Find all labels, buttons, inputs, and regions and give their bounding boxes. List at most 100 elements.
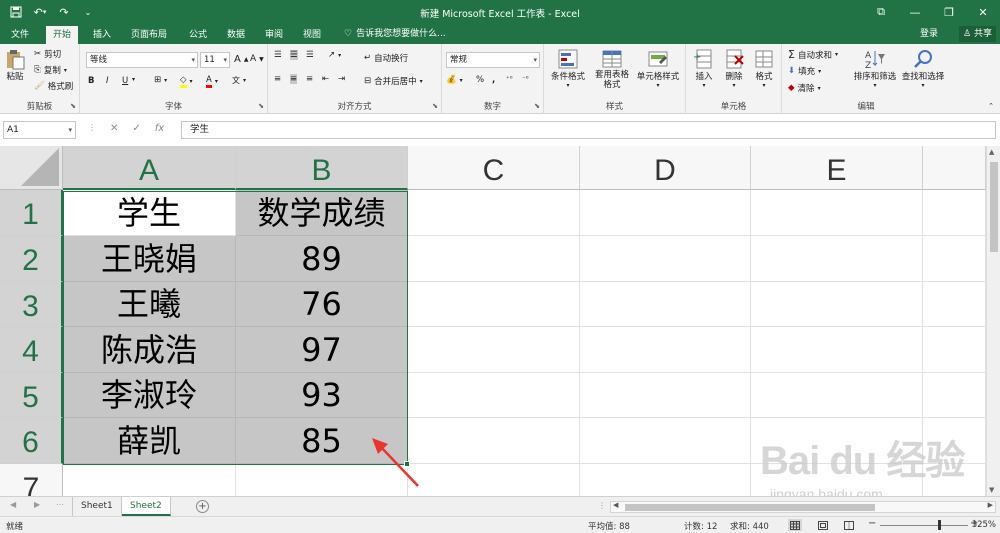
cell-c4[interactable]	[408, 327, 580, 373]
italic-button[interactable]: I	[106, 76, 109, 86]
cell-e4[interactable]	[751, 327, 923, 373]
scroll-down-icon[interactable]: ▼	[989, 486, 994, 494]
cell-b7[interactable]	[236, 464, 408, 496]
format-painter-button[interactable]: 🖌 格式刷	[34, 80, 73, 92]
row-header-2[interactable]: 2	[0, 236, 63, 282]
name-box[interactable]: A1 ▾	[3, 121, 76, 139]
cell-f2[interactable]	[923, 236, 986, 282]
align-right-button[interactable]: ≡	[306, 74, 313, 84]
column-header-e[interactable]: E	[751, 146, 923, 190]
clear-button[interactable]: ◆ 清除 ▾	[788, 82, 821, 94]
cell-c1[interactable]	[408, 190, 580, 236]
cell-c3[interactable]	[408, 282, 580, 327]
cell-a6[interactable]: 薛凯	[63, 418, 236, 464]
add-sheet-icon[interactable]: +	[196, 500, 209, 513]
tab-review[interactable]: 审阅	[258, 26, 290, 44]
format-as-table-button[interactable]: 套用表格格式	[592, 48, 632, 90]
cell-a5[interactable]: 李淑玲	[63, 373, 236, 418]
sheet-tab-sheet2[interactable]: Sheet2	[122, 497, 171, 516]
underline-button[interactable]: U	[122, 76, 128, 86]
column-header-d[interactable]: D	[580, 146, 751, 190]
minimize-icon[interactable]: —	[898, 0, 932, 24]
accounting-button[interactable]: 💰 ▾	[446, 75, 463, 85]
number-launcher-icon[interactable]: ⬊	[534, 102, 540, 110]
cell-a2[interactable]: 王晓娟	[63, 236, 236, 282]
clipboard-launcher-icon[interactable]: ⬊	[70, 102, 76, 110]
cell-e6[interactable]	[751, 418, 923, 464]
cell-b6[interactable]: 85	[236, 418, 408, 464]
cancel-icon[interactable]: ✕	[110, 123, 118, 134]
zoom-level[interactable]: 325%	[972, 520, 996, 530]
increase-decimal-button[interactable]: ⁺⁰	[506, 75, 513, 83]
cell-a3[interactable]: 王曦	[63, 282, 236, 327]
sort-filter-button[interactable]: AZ 排序和筛选 ▾	[852, 48, 898, 89]
align-center-button[interactable]: ≡	[290, 74, 298, 84]
align-middle-button[interactable]: ☰	[290, 50, 298, 60]
cell-c6[interactable]	[408, 418, 580, 464]
cell-d6[interactable]	[580, 418, 751, 464]
select-all-button[interactable]	[0, 146, 63, 190]
border-button[interactable]: ⊞ ▾	[154, 75, 167, 85]
cell-d2[interactable]	[580, 236, 751, 282]
find-select-button[interactable]: 查找和选择 ▾	[900, 48, 946, 89]
conditional-format-button[interactable]: 条件格式 ▾	[548, 48, 588, 89]
zoom-slider-track[interactable]	[880, 525, 968, 526]
bold-button[interactable]: B	[88, 76, 94, 86]
cell-d1[interactable]	[580, 190, 751, 236]
column-header-f[interactable]	[923, 146, 986, 190]
cell-styles-button[interactable]: 单元格样式 ▾	[634, 48, 682, 89]
cell-e3[interactable]	[751, 282, 923, 327]
more-sheets-icon[interactable]: ⋯	[56, 500, 64, 509]
row-header-7[interactable]: 7	[0, 464, 63, 496]
cell-e2[interactable]	[751, 236, 923, 282]
page-layout-view-icon[interactable]	[816, 519, 830, 531]
tab-file[interactable]: 文件	[4, 26, 36, 44]
zoom-slider-thumb[interactable]	[938, 520, 941, 530]
font-size-select[interactable]: 11 ▾	[200, 52, 230, 68]
align-left-button[interactable]: ≡	[274, 74, 281, 84]
normal-view-icon[interactable]	[788, 519, 802, 531]
cell-e7[interactable]	[751, 464, 923, 496]
merge-center-button[interactable]: ⊟ 合并后居中 ▾	[364, 75, 423, 87]
align-top-button[interactable]: ☰	[274, 50, 282, 60]
alignment-launcher-icon[interactable]: ⬊	[432, 102, 438, 110]
comma-button[interactable]: ,	[492, 75, 495, 85]
share-button[interactable]: ♙ 共享	[959, 26, 996, 42]
column-header-a[interactable]: A	[63, 146, 236, 190]
login-link[interactable]: 登录	[920, 26, 938, 42]
cell-f4[interactable]	[923, 327, 986, 373]
cell-c7[interactable]	[408, 464, 580, 496]
grow-font-button[interactable]: A ▲	[234, 54, 248, 65]
autosum-button[interactable]: Σ 自动求和 ▾	[788, 48, 838, 61]
tell-me-search[interactable]: ♡ 告诉我您想要做什么...	[344, 26, 446, 42]
cell-d5[interactable]	[580, 373, 751, 418]
number-format-select[interactable]: 常规 ▾	[446, 52, 540, 68]
insert-function-icon[interactable]: fx	[155, 123, 164, 134]
tab-formulas[interactable]: 公式	[182, 26, 214, 44]
cell-b5[interactable]: 93	[236, 373, 408, 418]
cell-d7[interactable]	[580, 464, 751, 496]
restore-icon[interactable]: ❐	[932, 0, 966, 24]
cell-f5[interactable]	[923, 373, 986, 418]
copy-button[interactable]: ⎘ 复制 ▾	[34, 64, 67, 76]
cell-b2[interactable]: 89	[236, 236, 408, 282]
cell-b1[interactable]: 数学成绩	[236, 190, 408, 236]
formula-input[interactable]: 学生	[181, 121, 996, 139]
ribbon-display-icon[interactable]: ⧉	[864, 0, 898, 24]
tab-split-handle[interactable]: ⋮	[598, 501, 606, 510]
row-header-1[interactable]: 1	[0, 190, 63, 236]
cell-f6[interactable]	[923, 418, 986, 464]
cell-d4[interactable]	[580, 327, 751, 373]
cell-a4[interactable]: 陈成浩	[63, 327, 236, 373]
shrink-font-button[interactable]: A ▼	[250, 54, 264, 64]
cell-b4[interactable]: 97	[236, 327, 408, 373]
phonetic-button[interactable]: 文 ▾	[232, 75, 246, 86]
row-header-5[interactable]: 5	[0, 373, 63, 418]
cell-a7[interactable]	[63, 464, 236, 496]
tab-page-layout[interactable]: 页面布局	[124, 26, 174, 44]
font-launcher-icon[interactable]: ⬊	[258, 102, 264, 110]
row-header-4[interactable]: 4	[0, 327, 63, 373]
cell-a1[interactable]: 学生	[63, 190, 236, 236]
cell-f1[interactable]	[923, 190, 986, 236]
cell-b3[interactable]: 76	[236, 282, 408, 327]
